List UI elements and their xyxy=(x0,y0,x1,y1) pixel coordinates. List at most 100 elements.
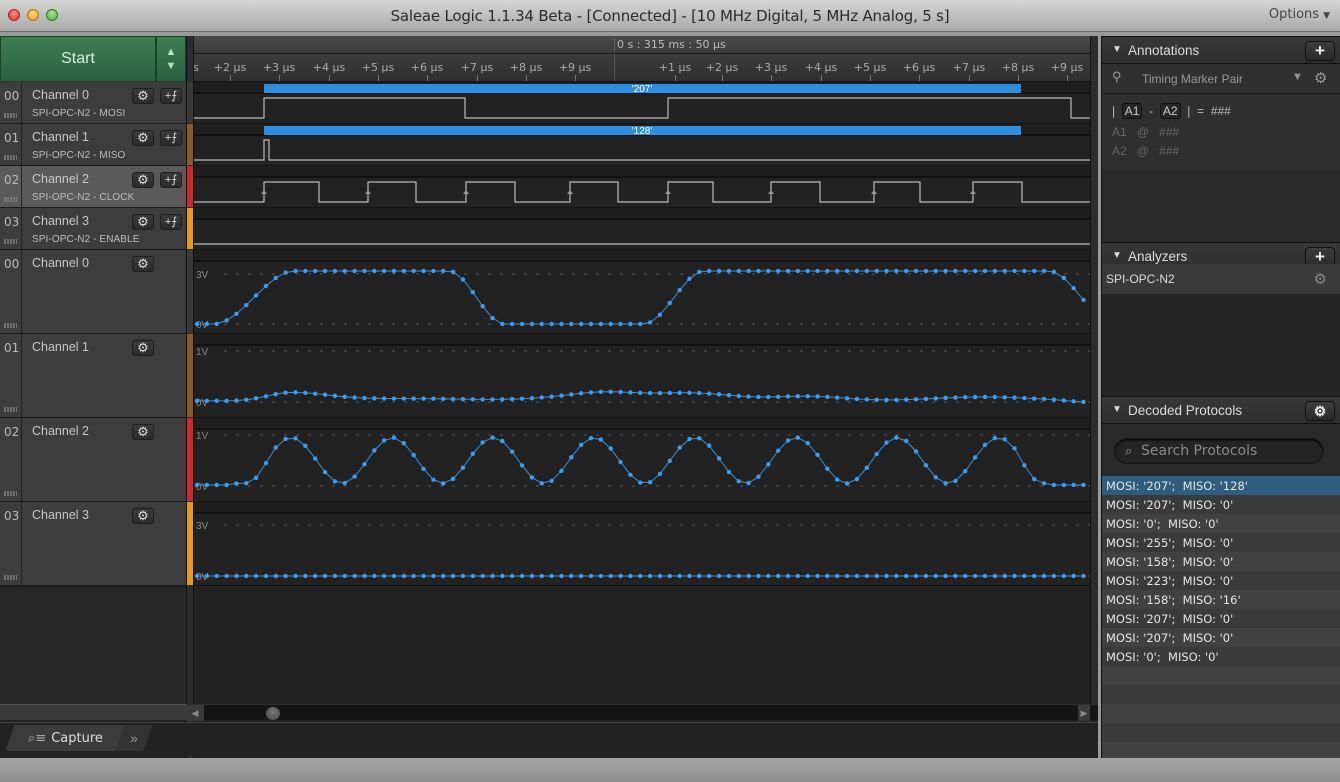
decoded-protocols-header[interactable]: ▼ Decoded Protocols ⚙ xyxy=(1102,396,1340,424)
options-menu[interactable]: Options ▼ xyxy=(1269,7,1330,22)
horizontal-scrollbar[interactable]: ◀ ▶ xyxy=(186,704,1098,721)
sample-point xyxy=(293,436,298,441)
capture-tab[interactable]: ⌕≡ Capture xyxy=(28,731,103,746)
annotation-type-row[interactable]: ⚲ Timing Marker Pair ▼ ⚙ xyxy=(1102,64,1340,94)
channel-settings-button[interactable]: ⚙ xyxy=(132,508,154,524)
channel-settings-button[interactable]: ⚙ xyxy=(132,88,154,104)
decoded-protocol-row[interactable]: MOSI: '0'; MISO: '0' xyxy=(1102,514,1340,533)
decoded-protocol-row[interactable]: MOSI: '207'; MISO: '0' xyxy=(1102,495,1340,514)
sample-point xyxy=(450,396,456,402)
search-protocols-field[interactable]: ⌕ xyxy=(1114,438,1324,464)
arrow-down-icon[interactable]: ▼ xyxy=(166,59,177,73)
abs-bar: | xyxy=(1112,104,1116,118)
channel-name[interactable]: Channel 0 xyxy=(32,256,89,270)
sample-point xyxy=(450,476,456,482)
channel-name[interactable]: Channel 3 xyxy=(32,214,89,228)
gear-icon[interactable]: ⚙ xyxy=(1314,270,1327,288)
arrow-up-icon[interactable]: ▲ xyxy=(166,45,177,59)
channel-settings-button[interactable]: ⚙ xyxy=(132,256,154,272)
trigger-button[interactable]: +⨍ xyxy=(160,130,182,146)
channel-settings-button[interactable]: ⚙ xyxy=(132,340,154,356)
collapse-triangle-icon[interactable]: ▼ xyxy=(1112,404,1122,415)
waveform-lane[interactable] xyxy=(194,166,1090,208)
channel-name[interactable]: Channel 1 xyxy=(32,130,89,144)
scroll-left-icon[interactable]: ◀ xyxy=(186,705,204,721)
channel-row[interactable]: 00 Channel 0 ⚙ xyxy=(0,250,186,334)
channel-settings-button[interactable]: ⚙ xyxy=(132,214,154,230)
sample-point xyxy=(598,321,604,327)
channel-row[interactable]: 01 Channel 1 SPI-OPC-N2 - MISO ⚙ +⨍ xyxy=(0,124,186,166)
start-options-stepper[interactable]: ▲ ▼ xyxy=(156,36,186,82)
channel-row[interactable]: 00 Channel 0 SPI-OPC-N2 - MOSI ⚙ +⨍ xyxy=(0,82,186,124)
sample-point xyxy=(992,435,998,441)
time-ruler-ticks[interactable]: s +2 µs +3 µs +4 µs +5 µs +6 µs +7 µs +8 µs +9 µ… xyxy=(194,54,1090,82)
channel-row[interactable]: 01 Channel 1 ⚙ xyxy=(0,334,186,418)
waveform-lane[interactable]: 3V 0V xyxy=(194,502,1090,586)
trigger-button[interactable]: +⨍ xyxy=(160,214,182,230)
collapse-triangle-icon[interactable]: ▼ xyxy=(1112,250,1122,261)
sample-point xyxy=(904,573,909,579)
waveform-lane[interactable] xyxy=(194,208,1090,250)
channel-color-swatch xyxy=(187,334,193,417)
channel-settings-button[interactable]: ⚙ xyxy=(132,172,154,188)
waveform-lane[interactable]: '207' xyxy=(194,82,1090,124)
drag-handle-icon[interactable] xyxy=(4,197,17,202)
rising-edge-marker-icon xyxy=(463,190,469,194)
vertical-scrollbar[interactable] xyxy=(1090,36,1098,706)
waveform-lane[interactable]: '128' xyxy=(194,124,1090,166)
add-annotation-button[interactable]: + xyxy=(1305,41,1335,61)
channel-name[interactable]: Channel 0 xyxy=(32,88,89,102)
drag-handle-icon[interactable] xyxy=(4,113,17,118)
waveform-lane[interactable]: 1V 0V xyxy=(194,418,1090,502)
drag-handle-icon[interactable] xyxy=(4,575,17,580)
marker-a2-button[interactable]: A2 xyxy=(1159,103,1181,119)
decoded-protocol-row[interactable]: MOSI: '207'; MISO: '128' xyxy=(1102,476,1340,495)
channel-name[interactable]: Channel 1 xyxy=(32,340,89,354)
more-tabs-button[interactable]: » xyxy=(115,725,153,751)
search-protocols-input[interactable] xyxy=(1141,441,1311,461)
channel-row[interactable]: 02 Channel 2 ⚙ xyxy=(0,418,186,502)
drag-handle-icon[interactable] xyxy=(4,491,17,496)
pin-icon: ⚲ xyxy=(1112,69,1122,84)
channel-name[interactable]: Channel 3 xyxy=(32,508,89,522)
analog-trace xyxy=(197,270,1084,325)
analyzer-item[interactable]: SPI-OPC-N2 ⚙ xyxy=(1102,264,1340,294)
center-time-label: 0 s : 315 ms : 50 µs xyxy=(614,38,726,51)
decoded-protocol-row[interactable]: MOSI: '158'; MISO: '0' xyxy=(1102,552,1340,571)
drag-handle-icon[interactable] xyxy=(4,239,17,244)
collapse-triangle-icon[interactable]: ▼ xyxy=(1112,44,1122,55)
trigger-button[interactable]: +⨍ xyxy=(160,172,182,188)
channel-settings-button[interactable]: ⚙ xyxy=(132,424,154,440)
marker-a1-button[interactable]: A1 xyxy=(1121,103,1143,119)
decoded-protocol-row[interactable]: MOSI: '207'; MISO: '0' xyxy=(1102,628,1340,647)
decoded-protocol-row[interactable]: MOSI: '207'; MISO: '0' xyxy=(1102,609,1340,628)
channel-name[interactable]: Channel 2 xyxy=(32,424,89,438)
channel-name[interactable]: Channel 2 xyxy=(32,172,89,186)
waveform-lane[interactable]: 3V 0V xyxy=(194,250,1090,334)
scroll-thumb[interactable] xyxy=(266,707,280,720)
decoded-protocol-row[interactable]: MOSI: '255'; MISO: '0' xyxy=(1102,533,1340,552)
channel-row[interactable]: 03 Channel 3 ⚙ xyxy=(0,502,186,586)
sample-point xyxy=(647,480,653,485)
scroll-right-icon[interactable]: ▶ xyxy=(1078,705,1090,721)
decoded-settings-button[interactable]: ⚙ xyxy=(1305,401,1335,421)
trigger-button[interactable]: +⨍ xyxy=(160,88,182,104)
decoded-protocol-row[interactable]: MOSI: '0'; MISO: '0' xyxy=(1102,647,1340,666)
waveform-lane[interactable]: 1V 0V xyxy=(194,334,1090,418)
sample-point xyxy=(825,573,830,579)
drag-handle-icon[interactable] xyxy=(4,407,17,412)
annotations-header[interactable]: ▼ Annotations + xyxy=(1102,36,1340,64)
channel-row[interactable]: 03 Channel 3 SPI-OPC-N2 - ENABLE ⚙ +⨍ xyxy=(0,208,186,250)
drag-handle-icon[interactable] xyxy=(4,155,17,160)
channel-settings-button[interactable]: ⚙ xyxy=(132,130,154,146)
channel-row[interactable]: 02 Channel 2 SPI-OPC-N2 - CLOCK ⚙ +⨍ xyxy=(0,166,186,208)
start-button[interactable]: Start xyxy=(0,36,156,82)
gear-icon[interactable]: ⚙ xyxy=(1314,69,1327,87)
decoded-protocol-row[interactable]: MOSI: '223'; MISO: '0' xyxy=(1102,571,1340,590)
dropdown-triangle-icon[interactable]: ▼ xyxy=(1292,71,1303,83)
decoded-protocol-row[interactable]: MOSI: '158'; MISO: '16' xyxy=(1102,590,1340,609)
sample-point xyxy=(441,481,446,486)
axis-top-label: 3V xyxy=(196,270,209,281)
sample-point xyxy=(766,268,771,274)
drag-handle-icon[interactable] xyxy=(4,323,17,328)
